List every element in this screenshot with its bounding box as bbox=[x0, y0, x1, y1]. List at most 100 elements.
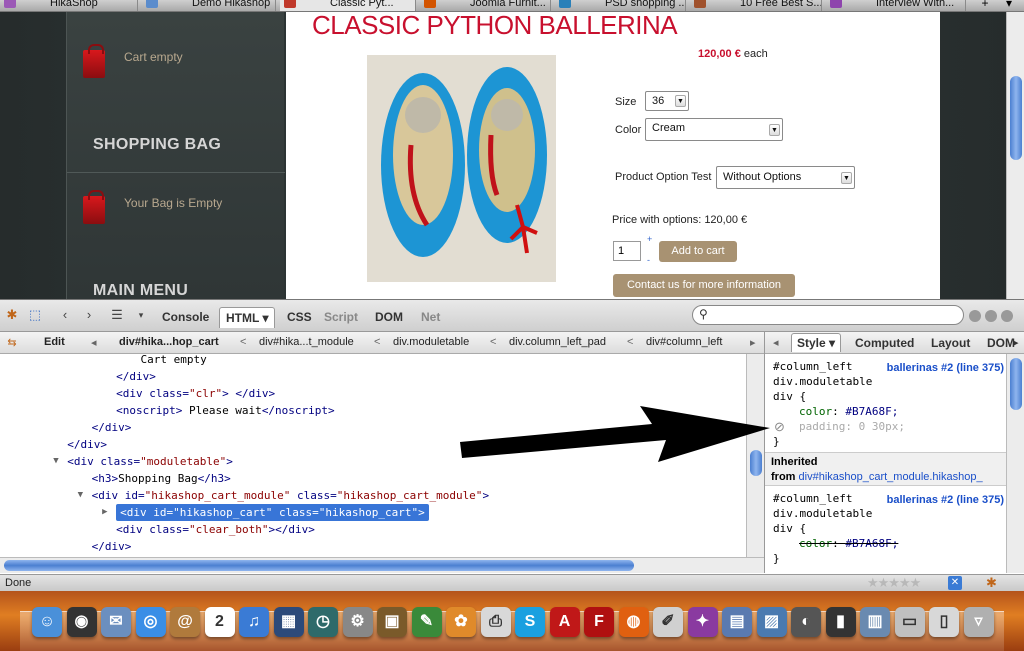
firebug-icon[interactable]: ✱ bbox=[3, 306, 21, 324]
contact-button[interactable]: Contact us for more information bbox=[613, 274, 795, 297]
acrobat-icon[interactable]: A bbox=[549, 607, 580, 637]
menu-icon[interactable]: ☰ bbox=[108, 306, 126, 324]
spaces-icon[interactable]: ▦ bbox=[273, 607, 304, 637]
firefox-icon[interactable]: ◍ bbox=[618, 607, 649, 637]
tab-script[interactable]: Script bbox=[324, 310, 358, 324]
css-declaration-disabled[interactable]: padding: 0 30px; bbox=[799, 419, 905, 434]
preview-icon[interactable]: ▨ bbox=[756, 607, 787, 637]
html-tree-vscroll[interactable] bbox=[746, 354, 764, 557]
feather-icon[interactable]: ✎ bbox=[411, 607, 442, 637]
html-node[interactable]: </div> bbox=[92, 538, 132, 555]
dashboard-icon[interactable]: ◉ bbox=[66, 607, 97, 637]
inherited-from-link[interactable]: div#hikashop_cart_module.hikashop_ bbox=[799, 471, 983, 483]
firebug-search-input[interactable]: ⚲ bbox=[692, 305, 964, 325]
crumb-item[interactable]: div#hika...hop_cart bbox=[119, 336, 219, 348]
new-tab-button[interactable]: + bbox=[976, 0, 994, 11]
browser-tab[interactable]: Classic Pyt... bbox=[280, 0, 416, 11]
page-scrollbar[interactable] bbox=[1006, 12, 1024, 299]
quantity-up-icon[interactable]: + bbox=[647, 234, 652, 244]
browser-tab[interactable]: 10 Free Best S... bbox=[690, 0, 822, 11]
detach-icon[interactable] bbox=[985, 310, 997, 322]
html-node[interactable]: </div> bbox=[116, 368, 156, 385]
size-select[interactable]: 36 ▼ bbox=[645, 91, 689, 111]
itunes-icon[interactable]: ♫ bbox=[239, 607, 269, 637]
photo-icon[interactable]: ▣ bbox=[377, 607, 407, 637]
css-declaration[interactable]: color: #B7A68F; bbox=[799, 404, 898, 419]
browser-tab[interactable]: PSD shopping ... bbox=[555, 0, 686, 11]
tab-console[interactable]: Console bbox=[162, 310, 209, 324]
expand-open-icon[interactable]: ▼ bbox=[78, 487, 83, 504]
html-node[interactable]: <div class="clr"> </div> bbox=[116, 385, 275, 402]
quantity-input[interactable]: 1 bbox=[613, 241, 641, 261]
tab-style[interactable]: Style ▾ bbox=[791, 333, 842, 352]
html-node[interactable]: </div> bbox=[67, 436, 107, 453]
finder-icon[interactable]: ☺ bbox=[32, 607, 62, 637]
add-to-cart-button[interactable]: Add to cart bbox=[659, 241, 737, 262]
expand-open-icon[interactable]: ▼ bbox=[53, 453, 58, 470]
browser-tab[interactable]: Interview With... bbox=[826, 0, 966, 11]
html-node[interactable]: Cart empty bbox=[141, 354, 207, 368]
folder-icon[interactable]: ▤ bbox=[722, 607, 752, 637]
html-node[interactable]: <noscript> Please wait</noscript> bbox=[116, 402, 335, 419]
browser-tab[interactable]: Demo Hikashop bbox=[142, 0, 276, 11]
html-node[interactable]: <div id="hikashop_cart_module" class="hi… bbox=[92, 487, 489, 504]
tab-computed[interactable]: Computed bbox=[855, 336, 914, 350]
tab-dom-side[interactable]: DOM bbox=[987, 336, 1015, 350]
rating-stars[interactable]: ★★★★★ bbox=[867, 575, 921, 591]
forward-icon[interactable]: › bbox=[80, 306, 98, 324]
option-select[interactable]: Without Options ▼ bbox=[716, 166, 855, 189]
tab-html[interactable]: HTML ▾ bbox=[219, 307, 276, 328]
tab-dom[interactable]: DOM bbox=[375, 310, 403, 324]
html-tree-hscroll[interactable] bbox=[0, 557, 764, 573]
scrollbar-thumb[interactable] bbox=[750, 450, 762, 476]
side-panel-scrollbar[interactable] bbox=[1006, 354, 1024, 573]
css-source-link[interactable]: ballerinas #2 (line 375) bbox=[887, 362, 1004, 374]
tab-layout[interactable]: Layout bbox=[931, 336, 970, 350]
time-machine-icon[interactable]: ◷ bbox=[308, 607, 338, 637]
dock-icon[interactable]: ⇆ bbox=[3, 334, 21, 352]
html-node-selected[interactable]: <div id="hikashop_cart" class="hikashop_… bbox=[116, 504, 429, 521]
crumb-item[interactable]: div.moduletable bbox=[393, 336, 469, 348]
browser-tab[interactable]: Joomla Furnit... bbox=[420, 0, 551, 11]
scrollbar-thumb[interactable] bbox=[4, 560, 634, 571]
minimize-icon[interactable] bbox=[969, 310, 981, 322]
downloads-icon[interactable]: ▥ bbox=[860, 607, 890, 637]
documents-icon[interactable]: ▭ bbox=[894, 607, 925, 637]
css-declaration-overridden[interactable]: color: #B7A68F; bbox=[799, 536, 898, 551]
stack-icon[interactable]: ▯ bbox=[929, 607, 959, 637]
console-icon[interactable]: ▮ bbox=[825, 607, 856, 637]
css-source-link[interactable]: ballerinas #2 (line 375) bbox=[887, 494, 1004, 506]
product-image[interactable] bbox=[367, 55, 556, 282]
flower-icon[interactable]: ✿ bbox=[446, 607, 476, 637]
trash-icon[interactable]: ▿ bbox=[963, 607, 994, 637]
expand-closed-icon[interactable]: ▶ bbox=[102, 504, 107, 521]
safari-icon[interactable]: ◎ bbox=[135, 607, 166, 637]
address-book-icon[interactable]: @ bbox=[170, 607, 200, 637]
addon-icon[interactable]: ✕ bbox=[948, 576, 962, 590]
side-scroll-left-icon[interactable]: ◂ bbox=[773, 336, 779, 349]
mail-icon[interactable]: ✉ bbox=[101, 607, 131, 637]
close-icon[interactable] bbox=[1001, 310, 1013, 322]
quantity-down-icon[interactable]: - bbox=[647, 255, 650, 265]
script-editor-icon[interactable]: ✐ bbox=[653, 607, 683, 637]
crumb-scroll-left-icon[interactable]: ◂ bbox=[91, 336, 97, 349]
scrollbar-thumb[interactable] bbox=[1010, 76, 1022, 160]
crumb-item[interactable]: div#column_left bbox=[646, 336, 722, 348]
edit-button[interactable]: Edit bbox=[44, 336, 65, 348]
firebug-status-icon[interactable]: ✱ bbox=[986, 575, 997, 591]
crumb-item[interactable]: div#hika...t_module bbox=[259, 336, 354, 348]
disabled-icon[interactable]: ⊘ bbox=[774, 419, 785, 434]
scrollbar-thumb[interactable] bbox=[1010, 358, 1022, 410]
color-select[interactable]: Cream ▼ bbox=[645, 118, 783, 141]
tab-list-button[interactable]: ▾ bbox=[1000, 0, 1018, 11]
skype-icon[interactable]: S bbox=[515, 607, 545, 637]
pdf-icon[interactable]: ⎙ bbox=[480, 607, 511, 637]
html-node[interactable]: <div class="clear_both"></div> bbox=[116, 521, 315, 538]
iphoto-icon[interactable]: ◐ bbox=[791, 607, 821, 637]
tab-css[interactable]: CSS bbox=[287, 310, 312, 324]
ical-icon[interactable]: 2 bbox=[204, 607, 235, 637]
crumb-item[interactable]: div.column_left_pad bbox=[509, 336, 606, 348]
html-node[interactable]: <div class="moduletable"> bbox=[67, 453, 233, 470]
tab-net[interactable]: Net bbox=[421, 310, 440, 324]
inspect-icon[interactable]: ⬚ bbox=[26, 306, 44, 324]
